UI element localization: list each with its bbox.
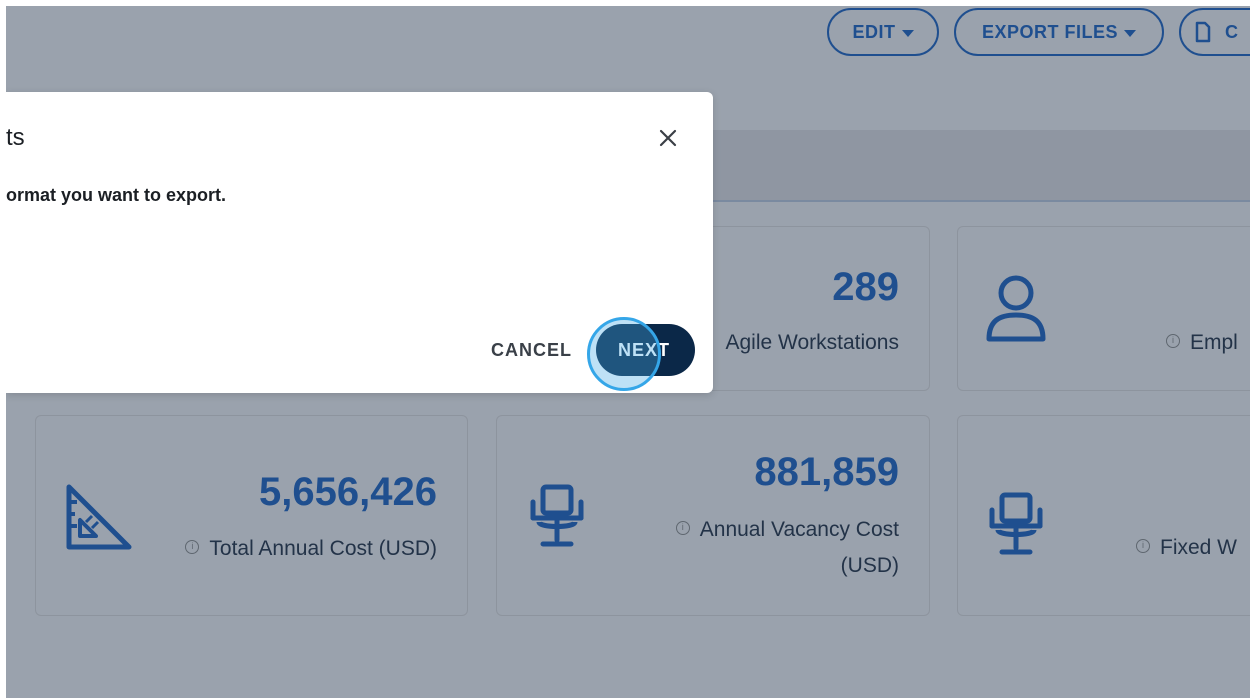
kpi-label: i Total Annual Cost (USD) xyxy=(185,531,437,567)
info-icon[interactable]: i xyxy=(1136,539,1150,554)
kpi-label-line1: Annual Vacancy Cost xyxy=(699,518,899,541)
kpi-label: i Fixed W xyxy=(1136,530,1237,566)
click-indicator xyxy=(587,317,661,391)
user-icon xyxy=(986,275,1046,342)
info-icon[interactable]: i xyxy=(675,521,690,536)
third-toolbar-button[interactable]: C xyxy=(1179,8,1250,56)
close-icon[interactable] xyxy=(656,126,680,150)
kpi-label: i Empl xyxy=(1166,325,1238,361)
kpi-card-total-annual-cost: 5,656,426 i Total Annual Cost (USD) xyxy=(35,415,468,616)
kpi-card-fixed-workstations: i Fixed W xyxy=(957,415,1250,616)
caret-down-icon xyxy=(901,29,914,37)
kpi-label-text: Empl xyxy=(1190,331,1238,354)
caret-down-icon xyxy=(1124,29,1137,37)
kpi-label: Agile Workstations xyxy=(725,331,899,354)
kpi-card-annual-vacancy-cost: 881,859 i Annual Vacancy Cost (USD) xyxy=(496,415,930,616)
kpi-label-text: Total Annual Cost (USD) xyxy=(209,537,437,560)
kpi-label-text: Fixed W xyxy=(1160,536,1238,559)
document-icon xyxy=(1195,21,1211,43)
kpi-value: 289 xyxy=(832,265,899,309)
app-background: EDIT EXPORT FILES C 289 Agile Workstatio… xyxy=(6,6,1250,698)
edit-button[interactable]: EDIT xyxy=(827,8,939,56)
edit-button-label: EDIT xyxy=(852,21,896,42)
export-files-label: EXPORT FILES xyxy=(981,21,1119,42)
ruler-triangle-icon xyxy=(66,484,132,550)
office-chair-icon xyxy=(530,484,584,547)
office-chair-icon xyxy=(989,492,1043,555)
export-files-button[interactable]: EXPORT FILES xyxy=(954,8,1164,56)
kpi-card-employees: i Empl xyxy=(957,226,1250,391)
kpi-label: i Annual Vacancy Cost xyxy=(675,512,899,548)
info-icon[interactable]: i xyxy=(1166,334,1180,349)
dialog-message: ormat you want to export. xyxy=(6,185,227,205)
kpi-value: 5,656,426 xyxy=(259,470,437,514)
kpi-value: 881,859 xyxy=(754,450,899,494)
info-icon[interactable]: i xyxy=(185,540,200,555)
kpi-label-line2: (USD) xyxy=(840,554,899,577)
cancel-button[interactable]: CANCEL xyxy=(491,340,572,361)
export-dialog: ts ormat you want to export. CANCEL NEXT xyxy=(6,92,713,393)
third-button-label: C xyxy=(1225,21,1239,42)
dialog-title: ts xyxy=(6,124,25,151)
